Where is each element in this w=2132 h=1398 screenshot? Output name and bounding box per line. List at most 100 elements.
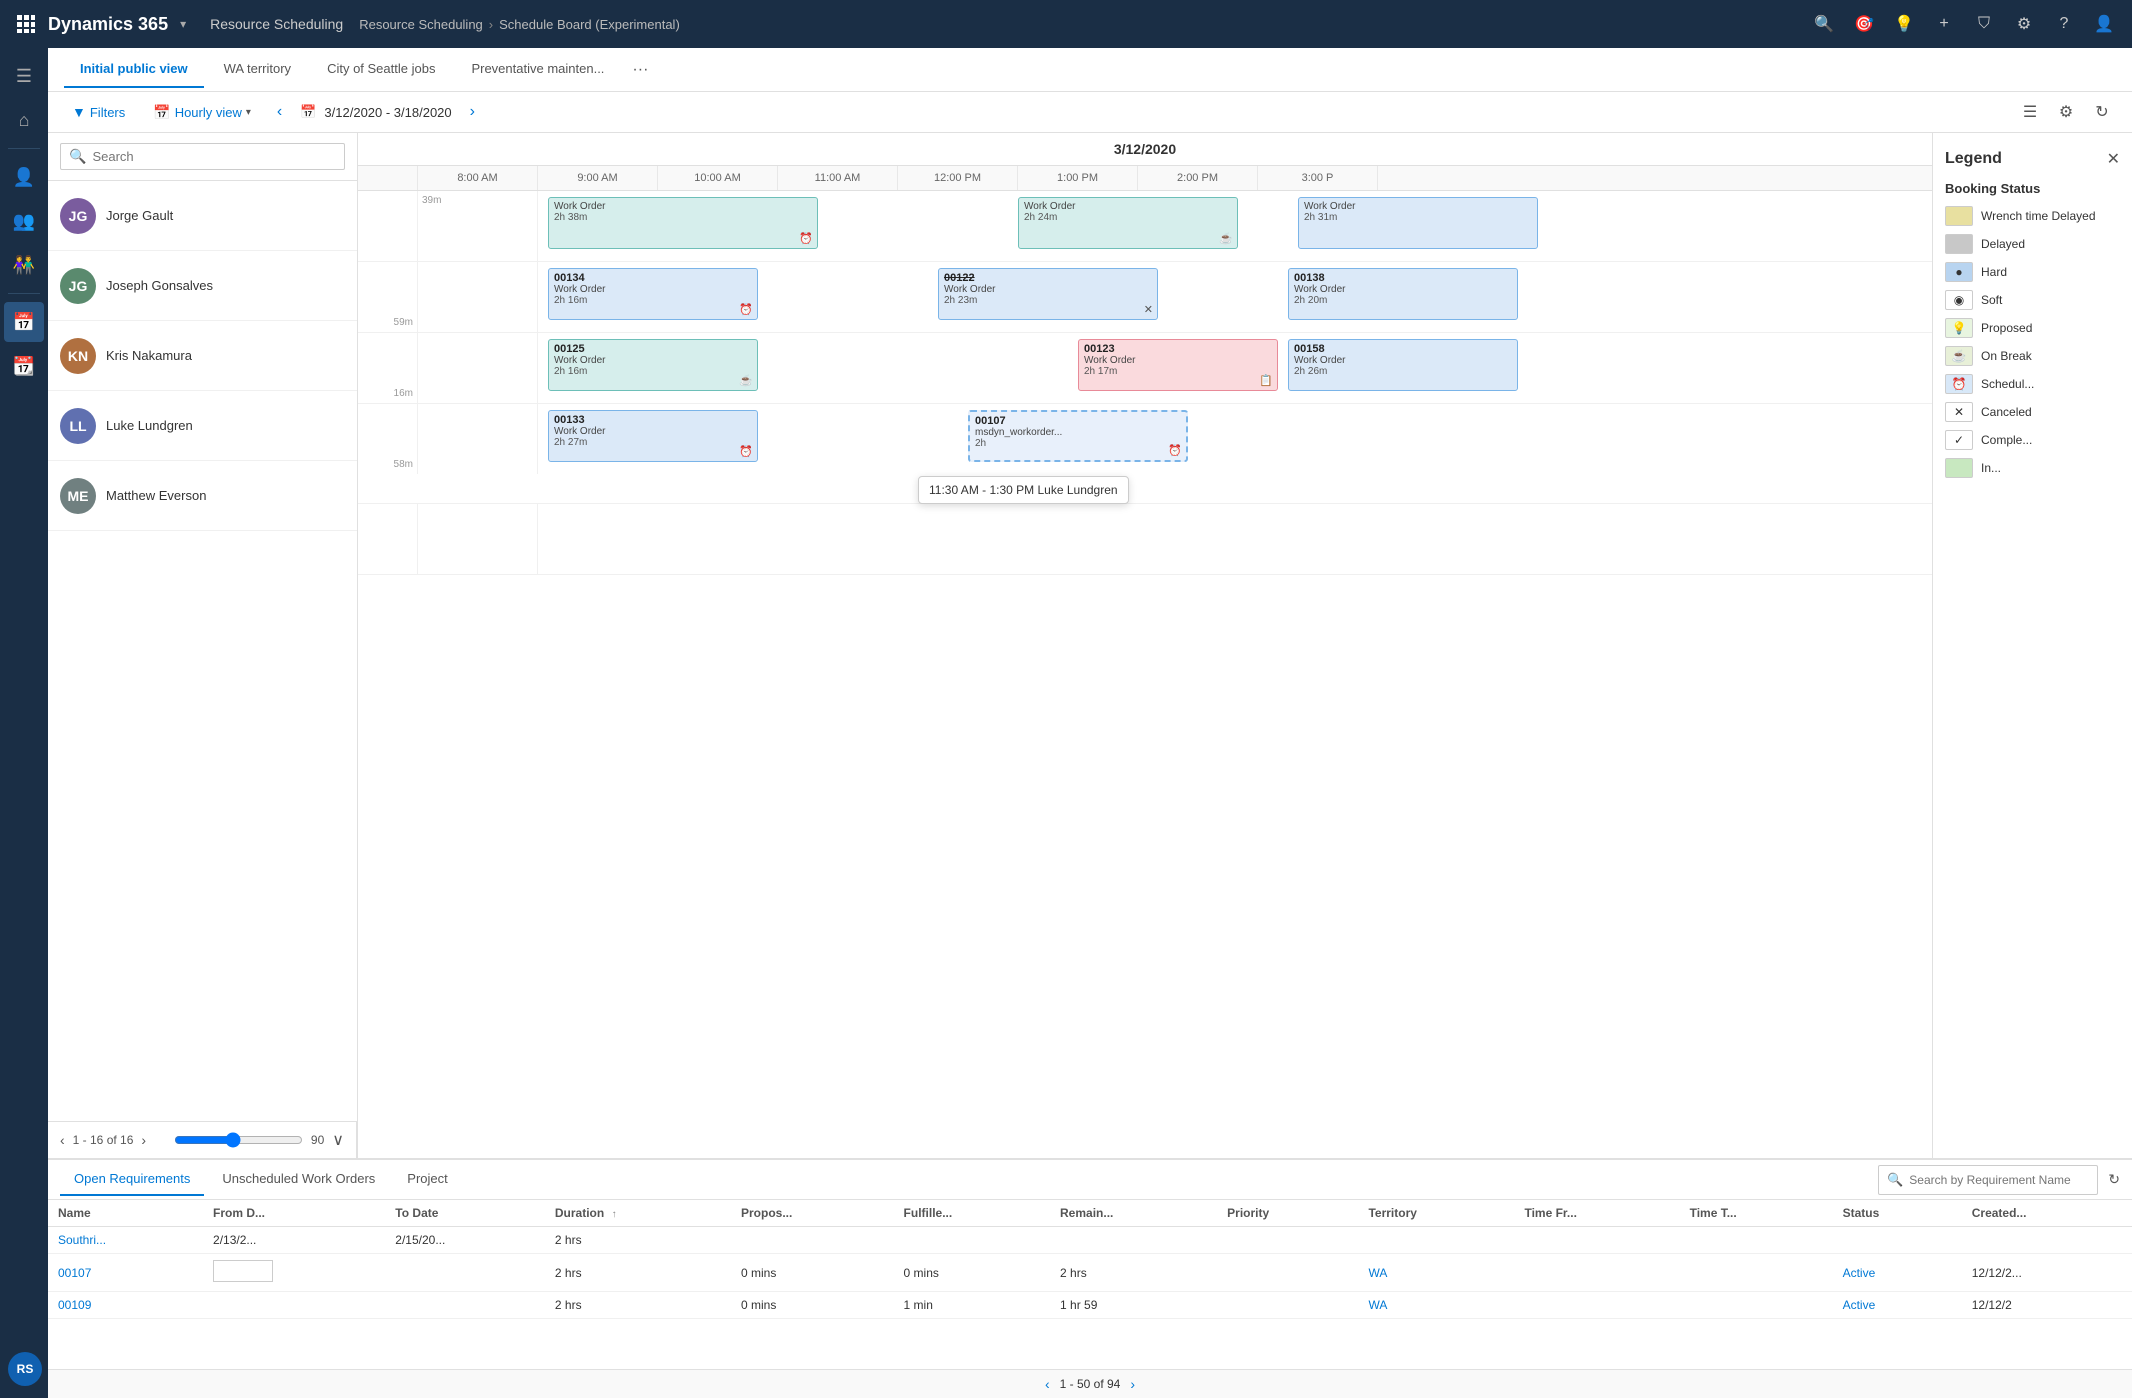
- refresh-icon[interactable]: ↻: [2088, 98, 2116, 126]
- req-duration: 2 hrs: [545, 1292, 731, 1319]
- booking-duration: 2h 16m: [554, 366, 752, 377]
- tab-open-requirements[interactable]: Open Requirements: [60, 1163, 204, 1196]
- filter-nav-icon[interactable]: ⛉: [1968, 8, 2000, 40]
- legend-swatch-complete: ✓: [1945, 430, 1973, 450]
- req-territory: WA: [1358, 1254, 1514, 1292]
- req-name-link[interactable]: 00109: [58, 1298, 91, 1312]
- sidebar-icon-group[interactable]: 👥: [4, 201, 44, 241]
- col-header-duration[interactable]: Duration ↑: [545, 1200, 731, 1227]
- requirements-refresh-button[interactable]: ↻: [2108, 1171, 2120, 1188]
- requirements-search-input[interactable]: [1909, 1173, 2089, 1187]
- tab-unscheduled-work-orders[interactable]: Unscheduled Work Orders: [208, 1163, 389, 1196]
- sidebar-icon-home[interactable]: ☰: [4, 56, 44, 96]
- date-prev-button[interactable]: ‹: [271, 101, 288, 123]
- booking-block-00134[interactable]: 00134 Work Order 2h 16m ⏰: [548, 268, 758, 320]
- target-icon[interactable]: 🎯: [1848, 8, 1880, 40]
- sidebar-icon-calendar2[interactable]: 📆: [4, 346, 44, 386]
- col-header-status: Status: [1833, 1200, 1962, 1227]
- tab-initial-public-view[interactable]: Initial public view: [64, 51, 204, 88]
- col-header-from-date[interactable]: From D...: [203, 1200, 385, 1227]
- booking-duration: 2h 23m: [944, 295, 1152, 306]
- table-row: 00109 2 hrs 0 mins 1 min 1 hr 59 WA Acti…: [48, 1292, 2132, 1319]
- lightbulb-icon[interactable]: 💡: [1888, 8, 1920, 40]
- col-header-priority: Priority: [1217, 1200, 1358, 1227]
- legend-close-button[interactable]: ✕: [2107, 149, 2120, 169]
- tab-preventative[interactable]: Preventative mainten...: [455, 51, 620, 88]
- booking-tooltip: 11:30 AM - 1:30 PM Luke Lundgren: [918, 476, 1129, 504]
- clock-icon: ⏰: [739, 445, 753, 458]
- booking-block-00133[interactable]: 00133 Work Order 2h 27m ⏰: [548, 410, 758, 462]
- legend-swatch-proposed: 💡: [1945, 318, 1973, 338]
- date-next-button[interactable]: ›: [464, 101, 481, 123]
- booking-block[interactable]: Work Order 2h 38m ⏰: [548, 197, 818, 249]
- sidebar-icon-calendar[interactable]: 📅: [4, 302, 44, 342]
- booking-block[interactable]: 11m Work Order 2h 31m: [1298, 197, 1538, 249]
- sidebar-divider-1: [8, 148, 40, 149]
- req-prev-page-button[interactable]: ‹: [1045, 1376, 1050, 1392]
- user-icon[interactable]: 👤: [2088, 8, 2120, 40]
- requirements-search-wrapper[interactable]: 🔍: [1878, 1165, 2098, 1195]
- table-row: 00107 2 hrs 0 mins 0 mins 2 hrs WA Activ…: [48, 1254, 2132, 1292]
- hourly-view-button[interactable]: 📅 Hourly view ▾: [145, 100, 259, 125]
- gap-label: 39m: [422, 195, 441, 206]
- booking-subtitle: Work Order: [554, 284, 752, 295]
- breadcrumb: Resource Scheduling › Schedule Board (Ex…: [359, 17, 680, 32]
- filters-button[interactable]: ▼ Filters: [64, 100, 133, 124]
- zoom-slider[interactable]: [174, 1132, 303, 1148]
- booking-block-00158[interactable]: 14m 00158 Work Order 2h 26m: [1288, 339, 1518, 391]
- booking-block-00138[interactable]: 23m 00138 Work Order 2h 20m: [1288, 268, 1518, 320]
- col-header-name: Name: [48, 1200, 203, 1227]
- req-time-t: [1680, 1254, 1833, 1292]
- tabs-more-button[interactable]: ···: [624, 61, 656, 79]
- breadcrumb-item-1[interactable]: Resource Scheduling: [359, 17, 483, 32]
- time-slot-header: 9:00 AM: [538, 166, 658, 190]
- legend-swatch-scheduled: ⏰: [1945, 374, 1973, 394]
- resource-prev-button[interactable]: ‹: [60, 1132, 65, 1148]
- booking-subtitle: Work Order: [1024, 201, 1232, 212]
- resource-next-button[interactable]: ›: [141, 1132, 146, 1148]
- sidebar-icon-group2[interactable]: 👫: [4, 245, 44, 285]
- legend-header: Legend ✕: [1945, 149, 2120, 169]
- help-icon[interactable]: ?: [2048, 8, 2080, 40]
- rs-user-badge[interactable]: RS: [8, 1352, 42, 1386]
- resource-pagination: ‹ 1 - 16 of 16 › 90 ∨: [48, 1121, 357, 1158]
- tab-city-seattle[interactable]: City of Seattle jobs: [311, 51, 451, 88]
- booking-block-00122[interactable]: 52m 00122 Work Order 2h 23m ✕: [938, 268, 1158, 320]
- booking-block-00123[interactable]: 1h 07m 00123 Work Order 2h 17m 📋: [1078, 339, 1278, 391]
- req-name-link[interactable]: Southri...: [58, 1233, 106, 1247]
- expand-button[interactable]: ∨: [332, 1130, 344, 1150]
- app-dropdown-chevron[interactable]: ▾: [180, 17, 186, 31]
- sidebar-icon-person[interactable]: 👤: [4, 157, 44, 197]
- req-proposed: 0 mins: [731, 1254, 894, 1292]
- settings-nav-icon[interactable]: ⚙: [2008, 8, 2040, 40]
- tab-wa-territory[interactable]: WA territory: [208, 51, 307, 88]
- booking-duration: 2h 26m: [1294, 366, 1512, 377]
- booking-block[interactable]: 36m Work Order 2h 24m ☕: [1018, 197, 1238, 249]
- settings-icon[interactable]: ⚙: [2052, 98, 2080, 126]
- booking-subtitle: Work Order: [1294, 355, 1512, 366]
- req-proposed: 0 mins: [731, 1292, 894, 1319]
- req-status: Active: [1833, 1292, 1962, 1319]
- booking-block-00107[interactable]: 00107 msdyn_workorder... 2h ⏰: [968, 410, 1188, 462]
- booking-subtitle: Work Order: [554, 426, 752, 437]
- list-view-icon[interactable]: ☰: [2016, 98, 2044, 126]
- avatar: JG: [60, 268, 96, 304]
- tab-project[interactable]: Project: [393, 1163, 461, 1196]
- waffle-menu[interactable]: [12, 10, 40, 38]
- search-input[interactable]: [92, 149, 336, 164]
- booking-block-00125[interactable]: 00125 Work Order 2h 16m ☕: [548, 339, 758, 391]
- add-icon[interactable]: +: [1928, 8, 1960, 40]
- date-range-text: 3/12/2020 - 3/18/2020: [324, 105, 451, 120]
- search-nav-icon[interactable]: 🔍: [1808, 8, 1840, 40]
- legend-swatch-soft: ◉: [1945, 290, 1973, 310]
- req-next-page-button[interactable]: ›: [1130, 1376, 1135, 1392]
- req-name-link[interactable]: 00107: [58, 1266, 91, 1280]
- resource-page-info: 1 - 16 of 16: [73, 1133, 134, 1147]
- legend-label: Comple...: [1981, 433, 2032, 447]
- time-slot-header: [358, 166, 418, 190]
- sidebar-icon-house[interactable]: ⌂: [4, 100, 44, 140]
- bottom-pagination: ‹ 1 - 50 of 94 ›: [48, 1369, 2132, 1398]
- legend-item-in: In...: [1945, 458, 2120, 478]
- booking-order-num: 00138: [1294, 272, 1512, 284]
- search-input-wrapper[interactable]: 🔍: [60, 143, 345, 170]
